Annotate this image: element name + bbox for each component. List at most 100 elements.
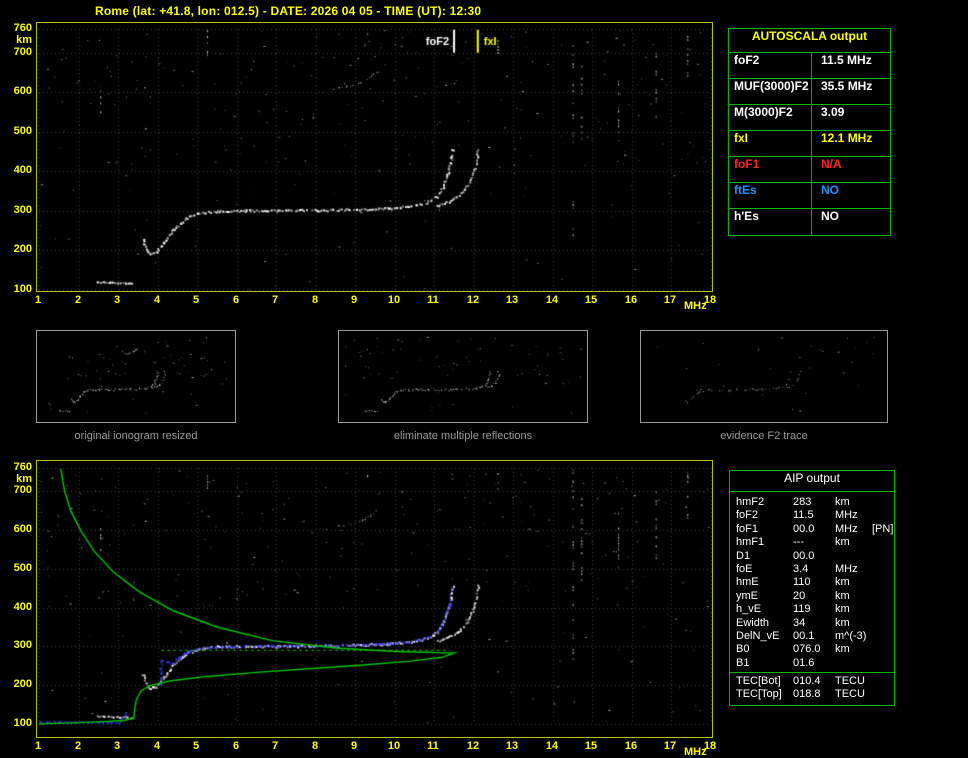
x-axis-tick: 17 bbox=[663, 740, 677, 752]
aip-param-value: 283 bbox=[793, 496, 812, 508]
aip-param-label: D1 bbox=[736, 549, 751, 562]
autoscala-param-value: 11.5 MHz bbox=[821, 53, 872, 67]
top-ionogram-canvas bbox=[37, 23, 712, 291]
aip-param-note bbox=[872, 603, 894, 616]
thumbnail-caption-f2-evidence: evidence F2 trace bbox=[720, 430, 808, 442]
aip-param-note bbox=[872, 550, 894, 563]
x-axis-tick: 9 bbox=[350, 740, 358, 752]
thumbnail-no-multiples bbox=[338, 330, 588, 423]
x-axis-tick: 3 bbox=[113, 294, 121, 306]
page-title: Rome (lat: +41.8, lon: 012.5) - DATE: 20… bbox=[95, 4, 482, 18]
x-axis-tick: 13 bbox=[505, 294, 519, 306]
aip-param-label: B1 bbox=[736, 656, 750, 669]
y-axis-tick: 600 bbox=[13, 523, 32, 535]
x-axis-tick: 4 bbox=[153, 740, 161, 752]
autoscala-row: foF2 11.5 MHz bbox=[729, 53, 890, 79]
aip-param-note bbox=[872, 576, 894, 589]
aip-param-unit: MHz bbox=[835, 562, 858, 575]
autoscala-table-header: AUTOSCALA output bbox=[729, 29, 890, 53]
x-axis-tick: 11 bbox=[427, 740, 439, 752]
aip-param-value: 01.6 bbox=[793, 656, 815, 669]
x-axis-tick: 6 bbox=[232, 294, 240, 306]
aip-param-value: --- bbox=[793, 536, 804, 549]
y-axis-tick: 400 bbox=[13, 601, 32, 613]
autoscala-param-value: 35.5 MHz bbox=[821, 79, 873, 93]
autoscala-row: h'Es NO bbox=[729, 209, 890, 235]
aip-param-label: B0 bbox=[736, 643, 750, 656]
thumbnail-f2-evidence bbox=[640, 330, 888, 423]
aip-param-unit: MHz bbox=[835, 522, 858, 535]
top-ionogram-panel bbox=[36, 22, 713, 292]
y-axis-tick: 700 bbox=[13, 46, 32, 58]
x-axis-unit-label: MHz bbox=[684, 746, 707, 758]
aip-param-value: 20 bbox=[793, 589, 806, 602]
y-axis-tick: 300 bbox=[13, 204, 32, 216]
x-axis-tick: 10 bbox=[387, 740, 401, 752]
aip-row: h_vE 119 km bbox=[736, 603, 894, 616]
aip-param-note bbox=[872, 630, 894, 643]
aip-param-unit bbox=[835, 550, 872, 563]
aip-param-label: h_vE bbox=[736, 603, 762, 616]
x-axis-unit-label: MHz bbox=[684, 300, 707, 312]
autoscala-param-value: N/A bbox=[821, 157, 842, 171]
y-axis-tick: 100 bbox=[13, 717, 32, 729]
autoscala-param-label: MUF(3000)F2 bbox=[729, 79, 812, 104]
x-axis-tick: 7 bbox=[271, 294, 279, 306]
aip-param-unit: km bbox=[835, 576, 850, 589]
aip-param-unit: TECU bbox=[835, 688, 865, 701]
aip-output-table: AIP output hmF2 283 km foF2 11.5 MHz foF1 00.0 M… bbox=[729, 470, 895, 706]
x-axis-tick: 14 bbox=[545, 740, 559, 752]
x-axis-tick: 8 bbox=[311, 294, 319, 306]
aip-param-note bbox=[872, 563, 894, 576]
x-axis-tick: 11 bbox=[427, 294, 439, 306]
x-axis-tick: 13 bbox=[505, 740, 519, 752]
aip-param-label: hmF2 bbox=[736, 496, 765, 508]
aip-param-note bbox=[872, 536, 894, 549]
aip-param-label: Ewidth bbox=[736, 616, 770, 629]
x-axis-tick: 6 bbox=[232, 740, 240, 752]
aip-param-note bbox=[872, 509, 894, 522]
aip-row: D1 00.0 bbox=[736, 550, 894, 563]
x-axis-tick: 17 bbox=[663, 294, 677, 306]
x-axis-tick: 15 bbox=[584, 740, 598, 752]
aip-param-unit: km bbox=[835, 536, 850, 549]
autoscala-row: MUF(3000)F2 35.5 MHz bbox=[729, 79, 890, 105]
aip-param-value: 010.4 bbox=[793, 675, 821, 688]
autoscala-param-label: M(3000)F2 bbox=[729, 105, 812, 130]
autoscala-table-rows: foF2 11.5 MHz MUF(3000)F2 35.5 MHz M(3000)F2… bbox=[729, 53, 890, 235]
aip-row: B1 01.6 bbox=[736, 657, 894, 670]
y-axis-tick: 700 bbox=[13, 484, 32, 496]
aip-table-header: AIP output bbox=[730, 471, 894, 492]
thumbnail-f2-evidence-canvas bbox=[641, 331, 887, 422]
aip-row: ymE 20 km bbox=[736, 590, 894, 603]
x-axis-tick: 14 bbox=[545, 294, 559, 306]
autoscala-row: M(3000)F2 3.09 bbox=[729, 105, 890, 131]
x-axis-tick: 8 bbox=[311, 740, 319, 752]
autoscala-param-value: NO bbox=[821, 183, 839, 197]
x-axis-tick: 3 bbox=[113, 740, 121, 752]
x-axis-tick: 1 bbox=[34, 294, 42, 306]
aip-param-note bbox=[872, 496, 894, 509]
thumbnail-caption-no-multiples: eliminate multiple reflections bbox=[393, 430, 533, 442]
y-axis-unit-label: km bbox=[16, 34, 32, 46]
aip-param-label: TEC[Top] bbox=[736, 688, 782, 701]
autoscala-param-label: fxI bbox=[729, 131, 812, 156]
aip-param-unit: km bbox=[835, 496, 850, 508]
aip-param-unit: m^(-3) bbox=[835, 629, 867, 642]
aip-param-unit: TECU bbox=[835, 675, 865, 688]
autoscala-row: fxI 12.1 MHz bbox=[729, 131, 890, 157]
x-axis-tick: 4 bbox=[153, 294, 161, 306]
autoscala-param-label: h'Es bbox=[729, 209, 812, 235]
y-axis-tick: 500 bbox=[13, 125, 32, 137]
autoscala-param-label: foF2 bbox=[729, 53, 812, 78]
x-axis-tick: 5 bbox=[192, 740, 200, 752]
aip-param-value: 11.5 bbox=[793, 509, 814, 522]
aip-param-unit: km bbox=[835, 616, 850, 629]
x-axis-tick: 15 bbox=[584, 294, 598, 306]
aip-tec-rows: TEC[Bot] 010.4 TECU TEC[Top] 018.8 TECU bbox=[730, 672, 894, 705]
aip-param-note bbox=[872, 657, 894, 670]
aip-row: TEC[Top] 018.8 TECU bbox=[736, 688, 894, 701]
aip-row: foE 3.4 MHz bbox=[736, 563, 894, 576]
thumbnail-caption-original: original ionogram resized bbox=[74, 430, 198, 442]
aip-row: hmF2 283 km bbox=[736, 496, 894, 509]
